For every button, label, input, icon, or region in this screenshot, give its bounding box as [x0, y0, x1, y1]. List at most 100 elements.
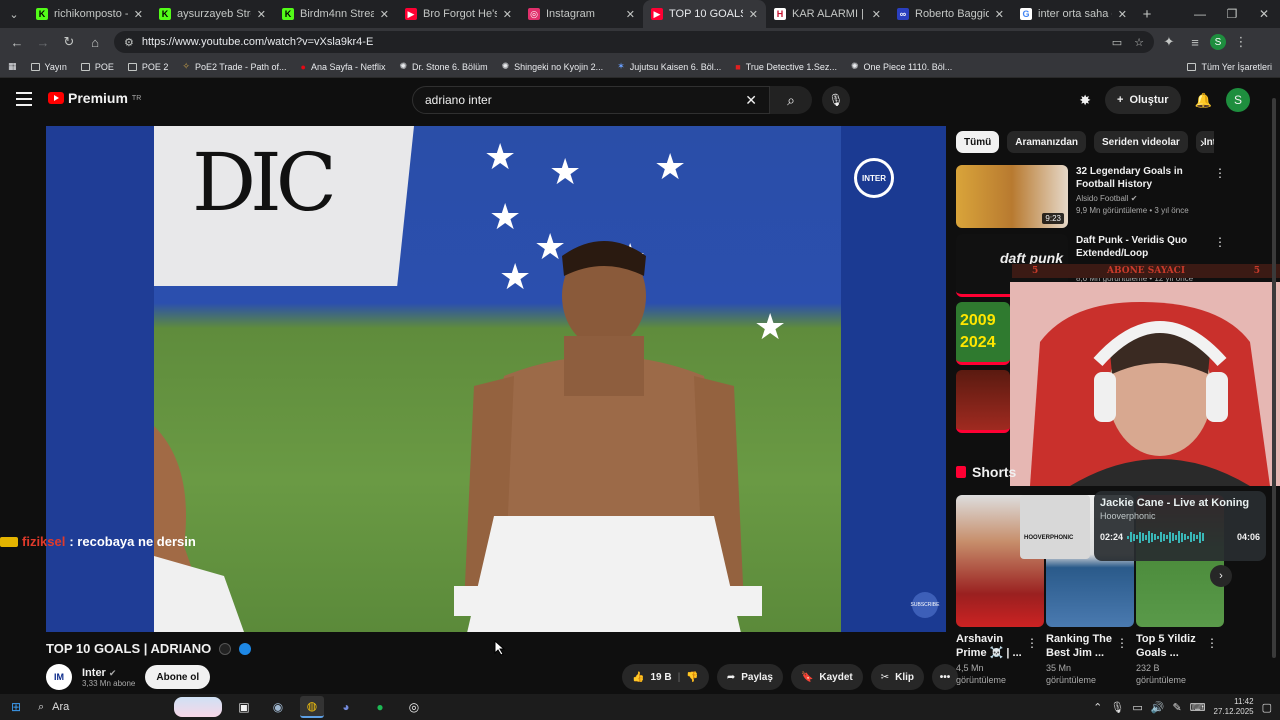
subscribe-button[interactable]: Abone ol	[145, 665, 211, 689]
voice-search-button[interactable]: 🎙	[822, 86, 850, 114]
video-thumbnail[interactable]	[956, 370, 1010, 433]
task-view-icon[interactable]: ▣	[232, 696, 256, 718]
back-button[interactable]: ←	[6, 31, 28, 53]
thumbs-down-icon[interactable]: 👎	[686, 672, 698, 683]
channel-name[interactable]: Inter ✔	[82, 667, 135, 679]
video-player[interactable]: DIC ★ ★ ★ ★ ★ ★ ★ ★	[46, 126, 946, 632]
all-bookmarks-folder[interactable]: Tüm Yer İşaretleri	[1187, 62, 1272, 72]
bookmark-link[interactable]: ✺ Dr. Stone 6. Bölüm	[399, 61, 487, 72]
windows-start-icon[interactable]: ⊞	[0, 700, 32, 714]
extensions-icon[interactable]: ✦	[1158, 31, 1180, 53]
restore-icon[interactable]: ❐	[1216, 0, 1248, 28]
pen-icon[interactable]: ✎	[1172, 701, 1181, 714]
bookmark-link[interactable]: ✺ Shingeki no Kyojin 2...	[502, 61, 604, 72]
subscribe-watermark[interactable]: SUBSCRIBE	[911, 592, 939, 618]
install-app-icon[interactable]: ▭	[1112, 36, 1122, 49]
more-options-icon[interactable]: ⋮	[1116, 636, 1128, 650]
short-title[interactable]: Arshavin Prime ☠️ | ...	[956, 632, 1036, 660]
bookmark-folder[interactable]: POE	[80, 62, 114, 72]
new-tab-button[interactable]: +	[1135, 0, 1159, 28]
clock[interactable]: 11:42 27.12.2025	[1214, 697, 1254, 717]
browser-tab[interactable]: KBirdm4nn Stream - W✕	[274, 0, 397, 28]
browser-tab[interactable]: ∞Roberto Baggio - Oyu✕	[889, 0, 1012, 28]
browser-tab-active[interactable]: ▶TOP 10 GOALS | ADRI✕	[643, 0, 766, 28]
chip-from-series[interactable]: Seriden videolar	[1094, 131, 1188, 153]
chevron-right-icon[interactable]: ›	[1200, 134, 1205, 150]
browser-tab[interactable]: HKAR ALARMI | İSTANB✕	[766, 0, 889, 28]
user-avatar[interactable]: S	[1226, 88, 1250, 112]
save-button[interactable]: 🔖 Kaydet	[790, 664, 863, 690]
chip-from-search[interactable]: Aramanızdan	[1007, 131, 1087, 153]
browser-menu-icon[interactable]: ⋮	[1230, 31, 1252, 53]
reload-button[interactable]: ↻	[58, 31, 80, 53]
bookmark-link[interactable]: ● Ana Sayfa - Netflix	[301, 62, 386, 72]
bookmark-link[interactable]: ✧ PoE2 Trade - Path of...	[182, 61, 286, 72]
search-button[interactable]: ⌕	[770, 86, 812, 114]
obs-icon[interactable]: ◎	[402, 696, 426, 718]
more-options-icon[interactable]: ⋮	[1214, 235, 1226, 249]
close-tab-icon[interactable]: ✕	[503, 8, 512, 21]
home-button[interactable]: ⌂	[84, 31, 106, 53]
bookmark-star-icon[interactable]: ☆	[1134, 36, 1144, 49]
clear-search-icon[interactable]: ✕	[745, 92, 757, 109]
channel-name[interactable]: Alsido Football ✔	[1076, 194, 1216, 203]
address-bar[interactable]: ⚙ https://www.youtube.com/watch?v=vXsla9…	[114, 31, 1154, 53]
clip-button[interactable]: ✂ Klip	[870, 664, 925, 690]
tab-search-button[interactable]: ⌄	[0, 0, 28, 28]
notifications-icon[interactable]: ▢	[1262, 701, 1272, 714]
minimize-icon[interactable]: —	[1184, 0, 1216, 28]
share-button[interactable]: ➦ Paylaş	[716, 664, 783, 690]
bookmark-link[interactable]: ■ True Detective 1.Sez...	[735, 62, 837, 72]
premium-badge-icon[interactable]: ✸	[1079, 92, 1091, 109]
recommendation-item[interactable]: 9:23 32 Legendary Goals in Football Hist…	[956, 165, 1216, 228]
media-controls-icon[interactable]: ≡	[1184, 31, 1206, 53]
language-icon[interactable]: ⌨	[1190, 701, 1206, 714]
short-title[interactable]: Top 5 Yildiz Goals ...	[1136, 632, 1216, 660]
steam-icon[interactable]: ◉	[266, 696, 290, 718]
site-info-icon[interactable]: ⚙	[124, 36, 134, 49]
video-thumbnail[interactable]: 2009 2024	[956, 302, 1010, 365]
more-actions-button[interactable]: •••	[932, 664, 959, 690]
notifications-bell-icon[interactable]: 🔔	[1195, 92, 1212, 109]
chrome-icon[interactable]: ◍	[300, 696, 324, 718]
apps-icon[interactable]: ▦	[8, 61, 17, 72]
more-options-icon[interactable]: ⋮	[1206, 636, 1218, 650]
microphone-icon[interactable]: 🎙	[1110, 701, 1124, 714]
close-tab-icon[interactable]: ✕	[134, 8, 143, 21]
youtube-premium-logo[interactable]: Premium TR	[48, 90, 141, 106]
browser-tab[interactable]: ▶Bro Forgot He's Rican✕	[397, 0, 520, 28]
chevron-up-icon[interactable]: ⌃	[1093, 701, 1102, 714]
close-tab-icon[interactable]: ✕	[257, 8, 266, 21]
network-icon[interactable]: ▭	[1132, 701, 1142, 714]
taskbar-search[interactable]: ⌕ Ara	[32, 694, 222, 720]
chip-all[interactable]: Tümü	[956, 131, 1000, 153]
channel-avatar[interactable]: IM	[46, 664, 72, 690]
now-playing-widget[interactable]: Jackie Cane - Live at Koning Hooverphoni…	[1094, 491, 1266, 561]
close-tab-icon[interactable]: ✕	[995, 8, 1004, 21]
close-tab-icon[interactable]: ✕	[872, 8, 881, 21]
close-tab-icon[interactable]: ✕	[626, 8, 635, 21]
bookmark-link[interactable]: ✶ Jujutsu Kaisen 6. Böl...	[617, 61, 721, 72]
close-tab-icon[interactable]: ✕	[749, 8, 758, 21]
recommendation-item[interactable]: 2009 2024	[956, 302, 1010, 365]
search-input[interactable]: adriano inter ✕	[412, 86, 770, 114]
video-thumbnail[interactable]: 9:23	[956, 165, 1068, 228]
bookmark-folder[interactable]: POE 2	[127, 62, 168, 72]
discord-icon[interactable]: ◕	[334, 696, 358, 718]
browser-tab[interactable]: Kaysurzayeb Stream -✕	[151, 0, 274, 28]
menu-icon[interactable]	[16, 92, 32, 106]
like-button[interactable]: 👍 19 B | 👎	[622, 664, 709, 690]
audio-waveform[interactable]	[1127, 531, 1233, 543]
close-window-icon[interactable]: ✕	[1248, 0, 1280, 28]
browser-tab[interactable]: ◎ Instagram ✕	[520, 0, 643, 28]
close-tab-icon[interactable]: ✕	[380, 8, 389, 21]
create-button[interactable]: + Oluştur	[1105, 86, 1181, 114]
profile-avatar[interactable]: S	[1210, 34, 1226, 50]
spotify-icon[interactable]: ●	[368, 696, 392, 718]
browser-tab[interactable]: Ginter orta saha eski✕	[1012, 0, 1135, 28]
bookmark-link[interactable]: ✺ One Piece 1110. Böl...	[851, 61, 952, 72]
volume-icon[interactable]: 🔊	[1151, 701, 1165, 714]
bookmark-folder[interactable]: Yayın	[30, 62, 67, 72]
page-scrollbar[interactable]	[1272, 90, 1278, 690]
browser-tab[interactable]: Krichikomposto - Watc✕	[28, 0, 151, 28]
